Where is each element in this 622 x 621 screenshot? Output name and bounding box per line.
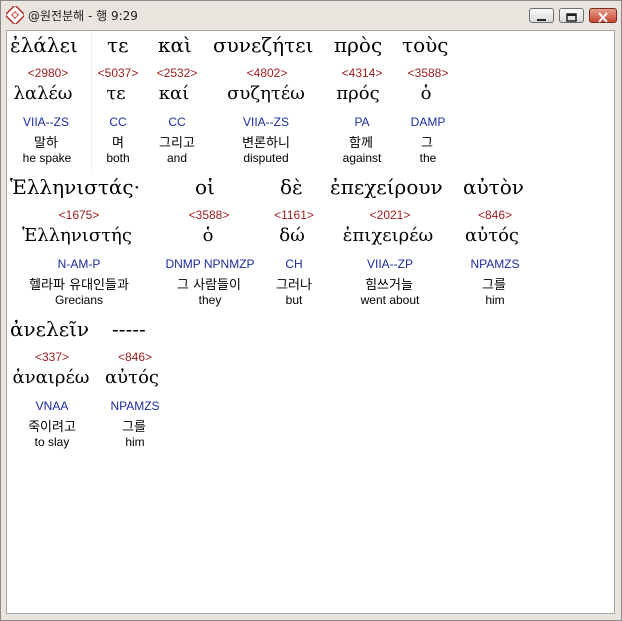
- maximize-icon: [566, 13, 577, 22]
- korean-gloss: 함께: [349, 136, 373, 151]
- app-window: @원전분해 - 행 9:29 ἐλάλει <2980> λαλέω VIIA-…: [0, 0, 622, 621]
- english-gloss: he spake: [22, 151, 72, 165]
- parsing-code: VNAA: [35, 399, 69, 413]
- greek-word: πρὸς: [334, 33, 383, 57]
- strong-number: <4802>: [246, 66, 288, 80]
- korean-gloss: 그를: [482, 278, 506, 293]
- korean-gloss: 변론하니: [242, 136, 290, 151]
- greek-word: ἐλάλει: [10, 33, 78, 57]
- korean-gloss: 그 사람들이: [177, 278, 241, 293]
- korean-gloss: 헬라파 유대인들과: [29, 278, 129, 293]
- verse-line-1: ἐλάλει <2980> λαλέω VIIA--ZS 말하 he spake…: [7, 33, 614, 173]
- parsing-code: PA: [354, 115, 370, 129]
- lemma: αὐτός: [105, 367, 159, 388]
- verse-line-2: Ἑλληνιστάς· <1675> Ἑλληνιστής N-AM-P 헬라파…: [7, 175, 614, 315]
- greek-word: αὐτὸν: [463, 175, 524, 199]
- parsing-code: VIIA--ZS: [242, 115, 290, 129]
- parsing-code: VIIA--ZS: [22, 115, 70, 129]
- greek-word: -----: [112, 317, 146, 341]
- greek-word: τοὺς: [402, 33, 449, 57]
- lemma: ὁ: [202, 225, 214, 246]
- greek-word: ἀνελεῖν: [10, 317, 90, 341]
- lemma: συζητέω: [227, 83, 305, 104]
- parsing-code: NPAMZS: [470, 257, 520, 271]
- greek-word: τε: [107, 33, 129, 57]
- strong-number: <2980>: [27, 66, 69, 80]
- english-gloss: they: [198, 293, 222, 307]
- parsing-code: CH: [285, 257, 303, 271]
- parsing-code: N-AM-P: [57, 257, 101, 271]
- lemma: ἀναιρέω: [12, 367, 90, 388]
- lemma: καί: [158, 83, 190, 104]
- title-bar[interactable]: @원전분해 - 행 9:29: [1, 1, 621, 29]
- strong-number: <1675>: [58, 208, 100, 222]
- english-gloss: Grecians: [54, 293, 104, 307]
- strong-number: <3588>: [407, 66, 449, 80]
- strong-number: <5037>: [97, 66, 139, 80]
- english-gloss: him: [125, 435, 145, 449]
- window-title: @원전분해 - 행 9:29: [28, 9, 138, 23]
- strong-number: <4314>: [341, 66, 383, 80]
- korean-gloss: 며: [112, 136, 124, 151]
- lemma: λαλέω: [13, 83, 73, 104]
- lemma: Ἑλληνιστής: [22, 225, 132, 246]
- english-gloss: and: [166, 151, 188, 165]
- close-button[interactable]: [589, 8, 617, 23]
- lemma: ὁ: [420, 83, 432, 104]
- lemma: αὐτός: [465, 225, 519, 246]
- english-gloss: against: [342, 151, 382, 165]
- maximize-button[interactable]: [559, 8, 584, 23]
- english-gloss: went about: [360, 293, 420, 307]
- strong-number: <1161>: [274, 208, 314, 222]
- english-gloss: both: [106, 151, 130, 165]
- greek-word: οἱ: [195, 175, 215, 199]
- lemma: τε: [106, 83, 126, 104]
- parsing-code: DNMP NPNMZP: [165, 257, 255, 271]
- korean-gloss: 힘쓰거늘: [365, 278, 413, 293]
- korean-gloss: 그를: [122, 420, 146, 435]
- parsing-code: NPAMZS: [110, 399, 160, 413]
- app-icon: [6, 6, 24, 24]
- strong-number: <337>: [34, 350, 70, 364]
- greek-word: ἐπεχείρουν: [330, 175, 443, 199]
- parsing-code: VIIA--ZP: [366, 257, 414, 271]
- strong-number: <846>: [117, 350, 153, 364]
- parsing-code: CC: [168, 115, 186, 129]
- korean-gloss: 그: [421, 136, 433, 151]
- lemma: δώ: [279, 225, 305, 246]
- english-gloss: to slay: [34, 435, 70, 449]
- close-icon: [598, 12, 608, 23]
- strong-number: <2021>: [369, 208, 411, 222]
- interlinear-view[interactable]: ἐλάλει <2980> λαλέω VIIA--ZS 말하 he spake…: [6, 30, 615, 614]
- parsing-code: CC: [109, 115, 127, 129]
- minimize-icon: [537, 19, 546, 21]
- korean-gloss: 죽이려고: [28, 420, 76, 435]
- korean-gloss: 그러나: [276, 278, 312, 293]
- greek-word: Ἑλληνιστάς·: [10, 175, 140, 199]
- lemma: πρός: [336, 83, 380, 104]
- minimize-button[interactable]: [529, 8, 554, 23]
- verse-line-3: ἀνελεῖν <337> ἀναιρέω VNAA 죽이려고 to slay …: [7, 317, 614, 457]
- strong-number: <3588>: [188, 208, 230, 222]
- korean-gloss: 말하: [34, 136, 58, 151]
- parsing-code: DAMP: [410, 115, 446, 129]
- greek-word: καὶ: [158, 33, 192, 57]
- greek-word: δὲ: [280, 175, 303, 199]
- lemma: ἐπιχειρέω: [342, 225, 434, 246]
- english-gloss: but: [285, 293, 303, 307]
- english-gloss: disputed: [243, 151, 289, 165]
- strong-number: <2532>: [156, 66, 198, 80]
- english-gloss: him: [485, 293, 505, 307]
- strong-number: <846>: [477, 208, 513, 222]
- korean-gloss: 그리고: [159, 136, 195, 151]
- english-gloss: the: [419, 151, 437, 165]
- greek-word: συνεζήτει: [213, 33, 314, 57]
